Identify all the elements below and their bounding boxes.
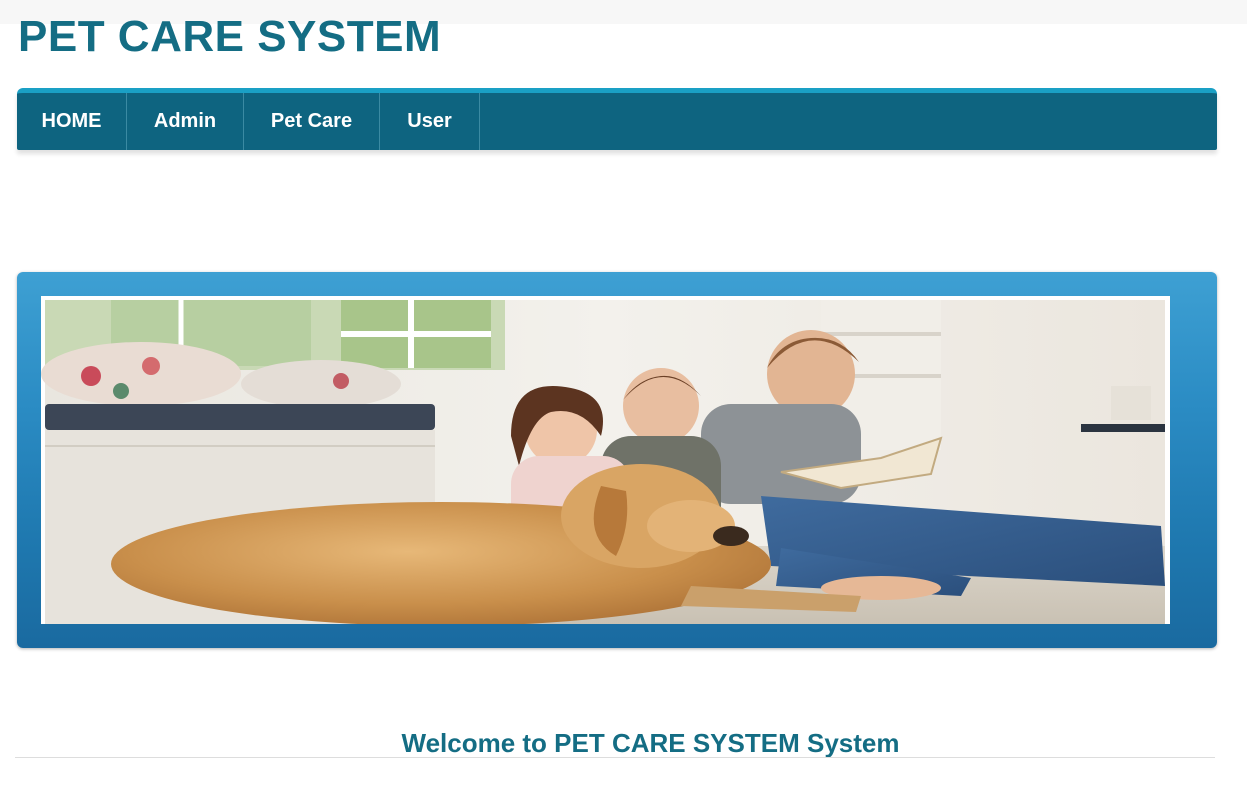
nav-user[interactable]: User [380, 93, 480, 150]
divider [15, 757, 1215, 758]
hero-banner [17, 272, 1217, 648]
main-navbar: HOME Admin Pet Care User [17, 88, 1217, 150]
welcome-heading: Welcome to PET CARE SYSTEM System [0, 728, 1247, 759]
family-with-dog-photo [41, 296, 1170, 626]
photo-illustration [41, 300, 1165, 626]
nav-admin[interactable]: Admin [127, 93, 244, 150]
welcome-text: Welcome to PET CARE SYSTEM System [401, 728, 900, 758]
nav-home[interactable]: HOME [17, 93, 127, 150]
nav-pet-care[interactable]: Pet Care [244, 93, 380, 150]
site-title: PET CARE SYSTEM [18, 12, 442, 61]
